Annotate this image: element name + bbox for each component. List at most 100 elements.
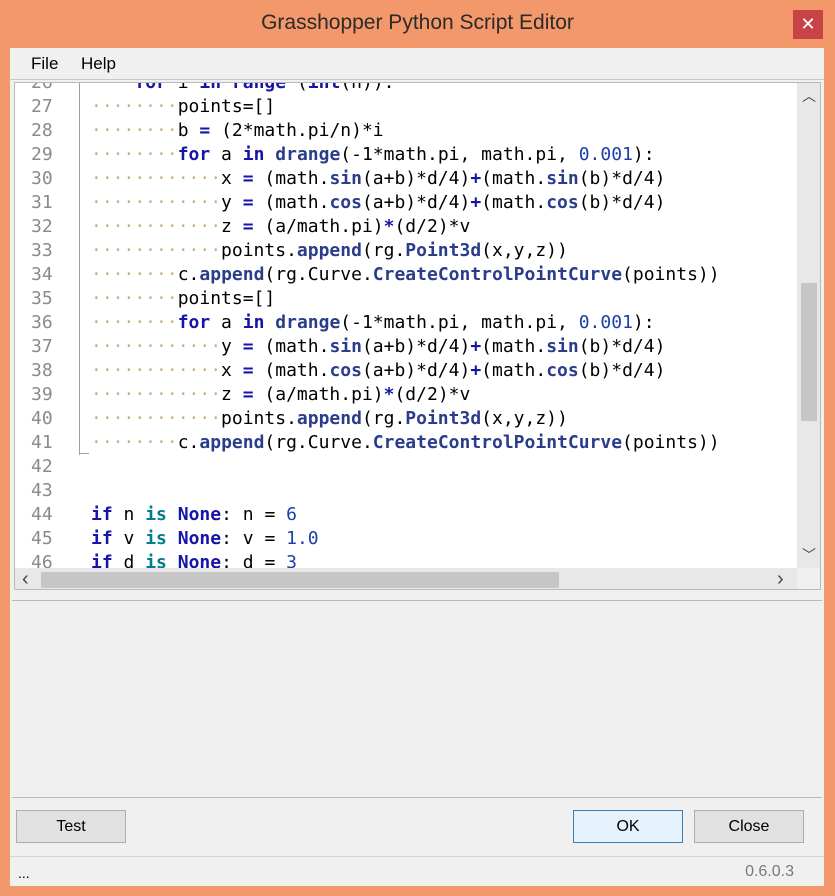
code-token: 0.001 (578, 144, 633, 165)
code-line[interactable]: 46 if d is None: d = 3 (15, 551, 795, 568)
code-text: ········for a in drange(-1*math.pi, math… (91, 311, 655, 335)
code-line[interactable]: 40 ············points.append(rg.Point3d(x… (15, 407, 795, 431)
horizontal-scrollbar[interactable]: ‹ › (15, 568, 797, 589)
menu-help[interactable]: Help (81, 54, 116, 74)
code-area[interactable]: 26····for i in range (int(n)):27········… (15, 83, 795, 568)
code-text: ········c.append(rg.Curve.CreateControlP… (91, 431, 720, 455)
code-line[interactable]: 37 ············y = (math.sin(a+b)*d/4)+(m… (15, 335, 795, 359)
code-token: is (145, 504, 167, 525)
code-text: ········points=[] (91, 287, 275, 311)
test-button[interactable]: Test (16, 810, 126, 843)
menu-bar: File Help (10, 48, 824, 80)
code-token: + (470, 192, 482, 213)
line-number: 44 (31, 504, 53, 525)
code-token: (b)*d/4) (578, 168, 666, 189)
window-close-button[interactable]: ✕ (793, 10, 823, 39)
code-token: ): (632, 144, 655, 165)
window-title: Grasshopper Python Script Editor (261, 11, 574, 34)
indent-guide: ···· (91, 83, 134, 93)
scroll-down-icon[interactable]: ﹀ (802, 545, 816, 565)
code-token: points=[] (177, 288, 276, 309)
code-token: sin (546, 168, 579, 189)
scroll-up-icon[interactable]: ︿ (802, 86, 816, 106)
code-text: ············y = (math.sin(a+b)*d/4)+(mat… (91, 335, 665, 359)
code-line[interactable]: 31 ············y = (math.cos(a+b)*d/4)+(m… (15, 191, 795, 215)
code-line[interactable]: 36 ········for a in drange(-1*math.pi, ma… (15, 311, 795, 335)
code-token: points. (221, 240, 297, 261)
code-token: + (470, 336, 482, 357)
code-line[interactable]: 42 (15, 455, 795, 479)
vertical-scrollbar[interactable]: ︿ ﹀ (797, 83, 820, 568)
code-token: (x,y,z)) (481, 240, 568, 261)
code-token: drange (275, 144, 341, 165)
code-text: if n is None: n = 6 (91, 503, 297, 527)
code-line[interactable]: 29 ········for a in drange(-1*math.pi, ma… (15, 143, 795, 167)
code-token: (n)): (340, 83, 394, 93)
line-number: 45 (31, 528, 53, 549)
code-token: CreateControlPointCurve (372, 264, 623, 285)
line-number: 39 (31, 384, 53, 405)
indent-guide: ········ (91, 312, 178, 333)
code-line[interactable]: 26 ····for i in range (int(n)): (15, 83, 795, 95)
code-token: sin (546, 336, 579, 357)
code-token: = (242, 168, 254, 189)
code-line[interactable]: 27 ········points=[] (15, 95, 795, 119)
code-token: 6 (286, 504, 297, 525)
scroll-right-icon[interactable]: › (777, 568, 784, 589)
code-line[interactable]: 38 ············x = (math.cos(a+b)*d/4)+(m… (15, 359, 795, 383)
code-token: + (470, 360, 482, 381)
indent-guide: ············ (91, 216, 222, 237)
code-token: = (242, 384, 254, 405)
code-line[interactable]: 33 ············points.append(rg.Point3d(x… (15, 239, 795, 263)
code-token: z (221, 384, 243, 405)
code-line[interactable]: 45 if v is None: v = 1.0 (15, 527, 795, 551)
code-text: ····for i in range (int(n)): (91, 83, 395, 95)
code-token: (points)) (622, 264, 720, 285)
code-line[interactable]: 41 ········c.append(rg.Curve.CreateContro… (15, 431, 795, 455)
indent-guide: ············ (91, 384, 222, 405)
close-button[interactable]: Close (694, 810, 804, 843)
code-text: ········b = (2*math.pi/n)*i (91, 119, 384, 143)
code-line[interactable]: 34 ········c.append(rg.Curve.CreateContro… (15, 263, 795, 287)
code-token: : v = (221, 528, 287, 549)
code-line[interactable]: 39 ············z = (a/math.pi)*(d/2)*v (15, 383, 795, 407)
code-token: append (296, 408, 362, 429)
code-line[interactable]: 44 if n is None: n = 6 (15, 503, 795, 527)
code-token: ( (286, 83, 308, 93)
code-token: (rg. (361, 240, 406, 261)
code-token: a (210, 312, 243, 333)
horizontal-scroll-thumb[interactable] (41, 572, 559, 588)
vertical-scroll-thumb[interactable] (801, 283, 817, 421)
code-line[interactable]: 32 ············z = (a/math.pi)*(d/2)*v (15, 215, 795, 239)
code-text: ········points=[] (91, 95, 275, 119)
menu-file[interactable]: File (31, 54, 58, 74)
code-line[interactable]: 43 (15, 479, 795, 503)
code-token: (math. (253, 336, 330, 357)
code-line[interactable]: 30 ············x = (math.sin(a+b)*d/4)+(m… (15, 167, 795, 191)
ok-button[interactable]: OK (573, 810, 683, 843)
code-editor[interactable]: 26····for i in range (int(n)):27········… (14, 82, 821, 590)
code-line[interactable]: 28 ········b = (2*math.pi/n)*i (15, 119, 795, 143)
code-token: is (145, 528, 167, 549)
code-token: None (177, 552, 222, 568)
code-line[interactable]: 35 ········points=[] (15, 287, 795, 311)
scroll-left-icon[interactable]: ‹ (22, 568, 29, 589)
line-number: 37 (31, 336, 53, 357)
code-token: 3 (286, 552, 297, 568)
code-token: Point3d (405, 408, 482, 429)
indent-guide: ········ (91, 96, 178, 117)
indent-guide: ············ (91, 360, 222, 381)
code-token: + (470, 168, 482, 189)
code-token: sin (329, 168, 362, 189)
code-text: ········for a in drange(-1*math.pi, math… (91, 143, 655, 167)
status-bar: ... 0.6.0.3 (10, 856, 824, 886)
code-token: (math. (253, 168, 330, 189)
title-bar[interactable]: Grasshopper Python Script Editor ✕ (0, 0, 835, 48)
code-token: for (177, 312, 211, 333)
code-token: (math. (481, 192, 547, 213)
